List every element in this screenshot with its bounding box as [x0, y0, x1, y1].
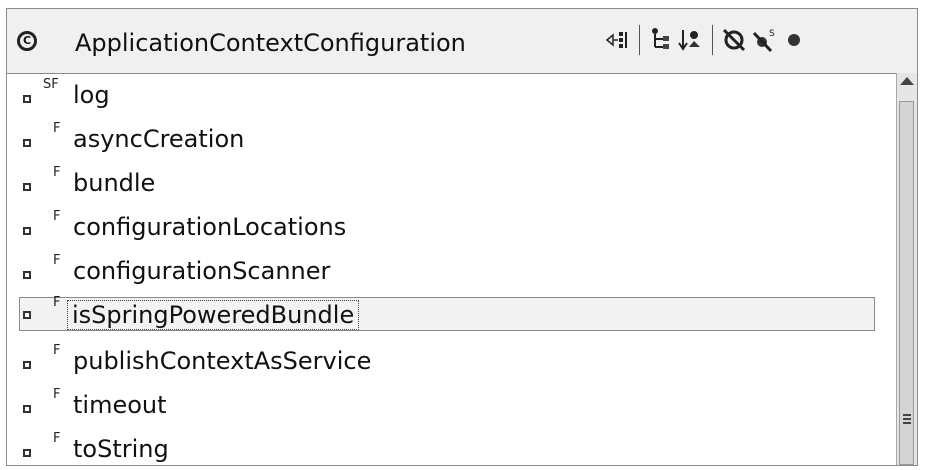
- modifier-badge: F: [53, 343, 61, 358]
- toolbar-separator: [639, 25, 640, 55]
- grip-line: [903, 414, 911, 416]
- member-name: configurationScanner: [73, 257, 331, 285]
- member-name: configurationLocations: [73, 213, 347, 241]
- field-icon: [23, 183, 31, 191]
- field-icon: [23, 139, 31, 147]
- field-icon: [23, 271, 31, 279]
- modifier-badge: F: [53, 387, 61, 402]
- member-name: log: [73, 81, 110, 109]
- field-icon: [23, 361, 31, 369]
- show-inherited-members-button[interactable]: [646, 25, 676, 55]
- list-item[interactable]: F configurationLocations: [7, 205, 897, 245]
- list-item[interactable]: F toString: [7, 427, 897, 467]
- field-icon: [23, 405, 31, 413]
- grip-line: [903, 418, 911, 420]
- list-item[interactable]: F bundle: [7, 161, 897, 201]
- sort-members-button[interactable]: [676, 25, 706, 55]
- toolbar-separator: [712, 25, 713, 55]
- member-name: toString: [73, 435, 169, 463]
- list-item[interactable]: SF log: [7, 73, 897, 113]
- hide-static-members-button[interactable]: S: [749, 25, 779, 55]
- hide-fields-icon: [722, 28, 746, 52]
- member-name: bundle: [73, 169, 156, 197]
- modifier-badge: F: [53, 209, 61, 224]
- list-item-selected[interactable]: F isSpringPoweredBundle: [7, 295, 897, 337]
- focus-on-active-task-button[interactable]: [603, 25, 633, 55]
- quick-outline-panel: C ApplicationContextConfiguration S SF l…: [6, 8, 918, 466]
- scroll-up-arrow-icon[interactable]: [900, 77, 914, 85]
- field-icon: [23, 311, 31, 319]
- hide-non-public-button[interactable]: [779, 25, 809, 55]
- list-item[interactable]: F configurationScanner: [7, 249, 897, 289]
- modifier-badge: F: [53, 295, 61, 310]
- focus-icon: [605, 32, 627, 48]
- modifier-badge: F: [53, 121, 61, 136]
- class-icon: C: [17, 31, 37, 51]
- list-item[interactable]: F publishContextAsService: [7, 339, 897, 379]
- modifier-badge: SF: [43, 77, 59, 92]
- hide-fields-button[interactable]: [719, 25, 749, 55]
- sort-icon: [678, 30, 700, 51]
- grip-line: [903, 422, 911, 424]
- class-title: ApplicationContextConfiguration: [75, 29, 466, 57]
- list-item[interactable]: F timeout: [7, 383, 897, 423]
- scrollbar-thumb[interactable]: [899, 101, 914, 465]
- member-name: timeout: [73, 391, 167, 419]
- member-name: asyncCreation: [73, 125, 245, 153]
- hide-static-icon: S: [752, 29, 775, 53]
- hierarchy-icon: [652, 28, 669, 49]
- member-list: SF log F asyncCreation F bundle F config…: [7, 73, 897, 465]
- list-item[interactable]: F asyncCreation: [7, 117, 897, 157]
- modifier-badge: F: [53, 253, 61, 268]
- member-name: isSpringPoweredBundle: [67, 300, 360, 330]
- field-icon: [23, 227, 31, 235]
- outline-header: C ApplicationContextConfiguration S: [7, 9, 917, 74]
- field-icon: [23, 95, 31, 103]
- vertical-scrollbar[interactable]: [896, 73, 917, 465]
- modifier-badge: F: [53, 165, 61, 180]
- field-icon: [23, 449, 31, 457]
- svg-text:S: S: [769, 29, 775, 39]
- dot-icon: [788, 34, 800, 46]
- modifier-badge: F: [53, 431, 61, 446]
- outline-toolbar: S: [603, 25, 809, 55]
- member-name: publishContextAsService: [73, 347, 372, 375]
